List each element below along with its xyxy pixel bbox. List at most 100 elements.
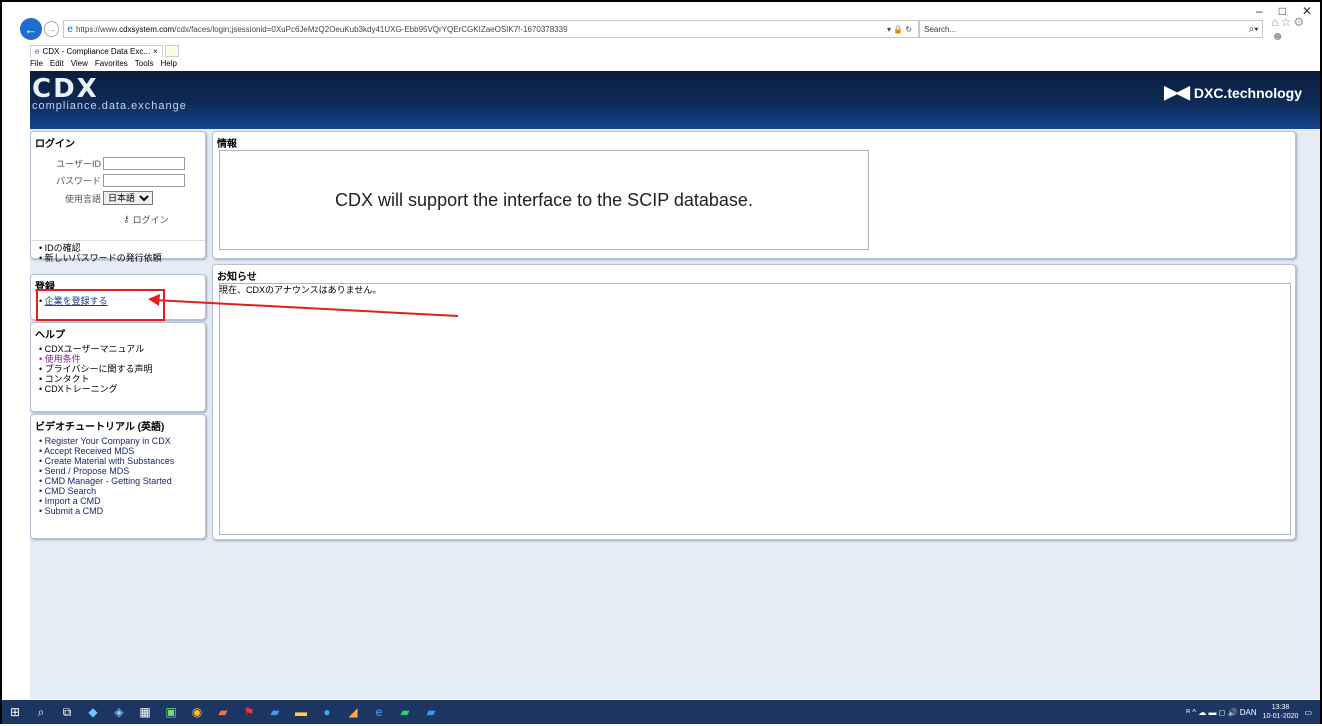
password-row: パスワード xyxy=(31,174,205,187)
video-link-cmd-manager[interactable]: CMD Manager - Getting Started xyxy=(39,476,205,486)
skype-icon[interactable]: ● xyxy=(314,700,340,724)
search-icon[interactable]: ⌕▾ xyxy=(1245,24,1263,35)
info-panel: 情報 CDX will support the interface to the… xyxy=(212,131,1296,259)
back-button[interactable]: ← xyxy=(20,18,42,40)
word-icon[interactable]: ▰ xyxy=(262,700,288,724)
tab-close-icon[interactable]: × xyxy=(153,47,158,56)
user-id-label: ユーザーID xyxy=(56,159,101,169)
link-terms-of-use[interactable]: 使用条件 xyxy=(39,354,205,364)
link-contact[interactable]: コンタクト xyxy=(39,374,205,384)
info-message: CDX will support the interface to the SC… xyxy=(335,189,753,210)
menu-bar: File Edit View Favorites Tools Help xyxy=(30,59,177,68)
notification-icon[interactable]: ▭ xyxy=(1304,708,1312,717)
acrobat-icon[interactable]: ⚑ xyxy=(236,700,262,724)
login-button[interactable]: ⚷ ログイン xyxy=(123,213,205,226)
login-panel: ログイン ユーザーID パスワード 使用言語 日本語 ⚷ ログイン IDの確認 … xyxy=(30,131,206,263)
link-privacy-statement[interactable]: プライバシーに関する声明 xyxy=(39,364,205,374)
language-select[interactable]: 日本語 xyxy=(103,191,153,205)
window-frame: – □ ✕ ← → e https://www. cdxsystem.com/cd… xyxy=(0,0,1322,724)
task-view-icon[interactable]: ⧉ xyxy=(54,700,80,724)
video-tutorial-links: Register Your Company in CDX Accept Rece… xyxy=(31,436,205,516)
app-icon[interactable]: ◢ xyxy=(340,700,366,724)
calculator-icon[interactable]: ▦ xyxy=(132,700,158,724)
clock-date: 10-01-2020 xyxy=(1262,713,1299,720)
url-prefix: https://www. xyxy=(75,24,120,34)
arrow-left-icon: ← xyxy=(24,21,38,37)
arrow-right-icon: → xyxy=(47,24,57,34)
tab-title: CDX - Compliance Data Exc... xyxy=(42,47,151,56)
help-title: ヘルプ xyxy=(35,330,65,341)
video-link-cmd-search[interactable]: CMD Search xyxy=(39,486,205,496)
search-input[interactable]: Search... ⌕▾ xyxy=(919,20,1264,38)
video-tutorial-title: ビデオチュートリアル (英語) xyxy=(35,422,165,433)
file-explorer-icon[interactable]: ▬ xyxy=(288,700,314,724)
notice-panel: お知らせ 現在、CDXのアナウンスはありません。 xyxy=(212,264,1296,540)
search-placeholder: Search... xyxy=(924,24,957,34)
video-link-import-cmd[interactable]: Import a CMD xyxy=(39,496,205,506)
cdx-logo-mark: CDX xyxy=(32,74,99,104)
password-input[interactable] xyxy=(103,174,185,187)
url-domain: cdxsystem.com xyxy=(119,24,175,34)
menu-favorites[interactable]: Favorites xyxy=(95,59,128,68)
menu-help[interactable]: Help xyxy=(160,59,176,68)
menu-tools[interactable]: Tools xyxy=(135,59,154,68)
windows-icon[interactable]: ⊞ xyxy=(2,700,28,724)
notice-box xyxy=(219,283,1291,535)
video-link-register-company[interactable]: Register Your Company in CDX xyxy=(39,436,205,446)
outlook-icon[interactable]: ▰ xyxy=(418,700,444,724)
link-cdx-training[interactable]: CDXトレーニング xyxy=(39,384,205,394)
tab-cdx[interactable]: e CDX - Compliance Data Exc... × xyxy=(30,45,163,57)
address-bar-tools[interactable]: ▾ 🔒 ↻ xyxy=(887,25,912,34)
app-icon[interactable]: ◆ xyxy=(80,700,106,724)
video-tutorial-panel: ビデオチュートリアル (英語) Register Your Company in… xyxy=(30,414,206,539)
browser-toolbar-icons[interactable]: ⌂☆⚙☻ xyxy=(1271,15,1320,43)
app-icon[interactable]: ▣ xyxy=(158,700,184,724)
search-icon[interactable]: ⌕ xyxy=(28,700,54,724)
link-user-manual[interactable]: CDXユーザーマニュアル xyxy=(39,344,205,354)
user-id-row: ユーザーID xyxy=(31,157,205,170)
login-links: IDの確認 新しいパスワードの発行依頼 xyxy=(31,240,205,263)
powerpoint-icon[interactable]: ▰ xyxy=(210,700,236,724)
tab-strip: e CDX - Compliance Data Exc... × xyxy=(30,44,179,58)
internet-explorer-icon: e xyxy=(67,23,73,35)
help-panel: ヘルプ CDXユーザーマニュアル 使用条件 プライバシーに関する声明 コンタクト… xyxy=(30,322,206,412)
address-bar[interactable]: e https://www. cdxsystem.com/cdx/faces/lo… xyxy=(63,20,920,38)
language-label: 使用言語 xyxy=(64,193,101,204)
internet-explorer-icon: e xyxy=(35,47,40,56)
login-title: ログイン xyxy=(35,139,75,150)
login-button-label: ログイン xyxy=(132,215,169,225)
url-path: /cdx/faces/login;jsessionid=0XuPc6JeMzQ2… xyxy=(174,24,568,34)
key-icon: ⚷ xyxy=(123,214,130,224)
link-confirm-id[interactable]: IDの確認 xyxy=(39,243,205,253)
page-content: ログイン ユーザーID パスワード 使用言語 日本語 ⚷ ログイン IDの確認 … xyxy=(30,129,1320,699)
internet-explorer-icon[interactable]: e xyxy=(366,700,392,724)
address-bar-row: ← → e https://www. cdxsystem.com/cdx/face… xyxy=(20,15,1320,43)
dxc-mark-icon: ▶◀ xyxy=(1164,82,1190,102)
site-banner: CDX compliance.data.exchange ▶◀ DXC.tech… xyxy=(30,71,1320,129)
app-icon[interactable]: ◈ xyxy=(106,700,132,724)
taskbar: ⊞ ⌕ ⧉ ◆ ◈ ▦ ▣ ◉ ▰ ⚑ ▰ ▬ ● ◢ e ▰ ▰ ᴿ ^ ☁ … xyxy=(2,700,1320,724)
new-tab-button[interactable] xyxy=(164,45,179,57)
excel-icon[interactable]: ▰ xyxy=(392,700,418,724)
menu-edit[interactable]: Edit xyxy=(50,59,64,68)
language-row: 使用言語 日本語 xyxy=(31,191,205,205)
help-links: CDXユーザーマニュアル 使用条件 プライバシーに関する声明 コンタクト CDX… xyxy=(31,344,205,394)
menu-view[interactable]: View xyxy=(71,59,88,68)
chrome-icon[interactable]: ◉ xyxy=(184,700,210,724)
clock[interactable]: 13:38 10-01-2020 xyxy=(1263,703,1299,721)
user-id-input[interactable] xyxy=(103,157,185,170)
link-new-password[interactable]: 新しいパスワードの発行依頼 xyxy=(39,253,205,263)
forward-button[interactable]: → xyxy=(43,21,60,37)
info-message-box: CDX will support the interface to the SC… xyxy=(219,150,869,250)
video-link-create-material[interactable]: Create Material with Substances xyxy=(39,456,205,466)
dxc-logo-text: DXC.technology xyxy=(1193,84,1302,101)
video-link-send-propose-mds[interactable]: Send / Propose MDS xyxy=(39,466,205,476)
menu-file[interactable]: File xyxy=(30,59,43,68)
tray-icons[interactable]: ᴿ ^ ☁ ▬ ◻ 🔊 DAN xyxy=(1186,708,1256,717)
video-link-accept-mds[interactable]: Accept Received MDS xyxy=(39,446,205,456)
video-link-submit-cmd[interactable]: Submit a CMD xyxy=(39,506,205,516)
cdx-logo-subtitle: compliance.data.exchange xyxy=(32,100,187,112)
clock-time: 13:38 xyxy=(1271,704,1290,711)
system-tray: ᴿ ^ ☁ ▬ ◻ 🔊 DAN 13:38 10-01-2020 ▭ xyxy=(1186,703,1320,721)
password-label: パスワード xyxy=(55,176,101,186)
